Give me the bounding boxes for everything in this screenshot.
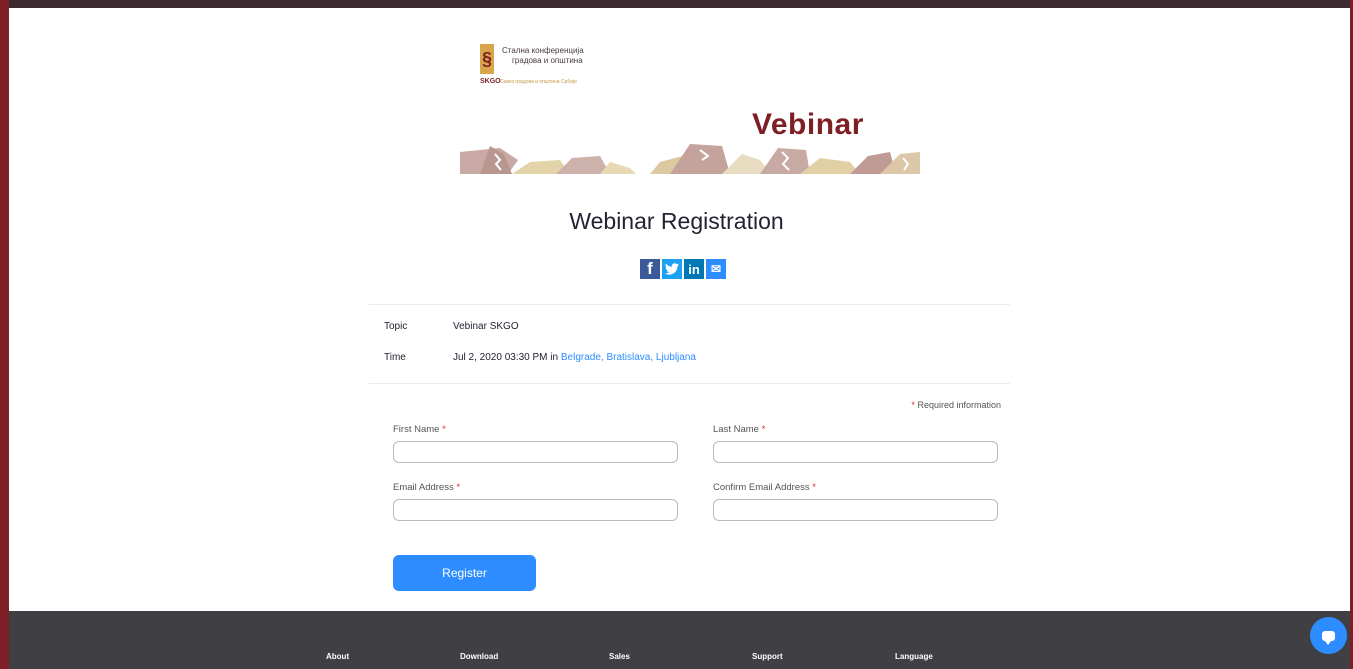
organization-logo: § Стална конференција градова и општина … <box>480 44 620 90</box>
required-information-note: * Required information <box>911 400 1001 410</box>
footer-link-download[interactable]: Download <box>460 652 498 661</box>
email-label: Email Address * <box>393 482 460 493</box>
logo-emblem-icon: § <box>480 44 494 74</box>
divider <box>369 304 1010 305</box>
required-star: * <box>761 424 766 435</box>
topic-value: Vebinar SKGO <box>453 321 519 332</box>
email-input[interactable] <box>393 499 678 521</box>
first-name-label-text: First Name <box>393 424 440 435</box>
required-star: * <box>812 482 816 493</box>
linkedin-icon[interactable]: in <box>684 259 704 279</box>
confirm-email-label: Confirm Email Address * <box>713 482 816 493</box>
logo-subtitle: Савез градова и општина Србије <box>500 79 577 85</box>
required-star: * <box>911 400 915 410</box>
divider <box>369 383 1010 384</box>
footer-link-support[interactable]: Support <box>752 652 783 661</box>
chat-button[interactable] <box>1310 617 1347 654</box>
topic-label: Topic <box>384 321 408 332</box>
footer-link-sales[interactable]: Sales <box>609 652 630 661</box>
required-star: * <box>456 482 461 493</box>
email-icon[interactable]: ✉ <box>706 259 726 279</box>
required-star: * <box>442 424 446 435</box>
logo-text-line2: градова и општина <box>512 56 583 65</box>
banner-decoration-image <box>460 144 920 174</box>
last-name-input[interactable] <box>713 441 998 463</box>
confirm-email-input[interactable] <box>713 499 998 521</box>
first-name-input[interactable] <box>393 441 678 463</box>
footer: About Download Sales Support Language <box>9 611 1350 669</box>
twitter-bird-icon <box>665 263 679 275</box>
first-name-label: First Name * <box>393 424 446 435</box>
logo-text-line1: Стална конференција <box>502 46 584 55</box>
time-label: Time <box>384 352 406 363</box>
register-button[interactable]: Register <box>393 555 536 591</box>
facebook-icon[interactable]: f <box>640 259 660 279</box>
banner-title: Vebinar <box>752 108 864 141</box>
share-buttons: f in ✉ <box>640 259 726 279</box>
confirm-email-label-text: Confirm Email Address <box>713 482 810 493</box>
footer-link-language[interactable]: Language <box>895 652 933 661</box>
timezone-link[interactable]: Belgrade, Bratislava, Ljubljana <box>561 352 696 363</box>
last-name-label-text: Last Name <box>713 424 759 435</box>
logo-abbreviation: SKGO <box>480 78 501 85</box>
time-text: Jul 2, 2020 03:30 PM in <box>453 352 559 363</box>
window-left-border <box>0 0 9 669</box>
window-top-border <box>0 0 1353 8</box>
page-title: Webinar Registration <box>569 208 784 234</box>
footer-link-about[interactable]: About <box>326 652 349 661</box>
twitter-icon[interactable] <box>662 259 682 279</box>
last-name-label: Last Name * <box>713 424 765 435</box>
required-note-text: Required information <box>917 400 1001 410</box>
chat-bubble-icon <box>1322 630 1335 645</box>
time-value: Jul 2, 2020 03:30 PM in Belgrade, Bratis… <box>453 352 696 363</box>
email-label-text: Email Address <box>393 482 454 493</box>
